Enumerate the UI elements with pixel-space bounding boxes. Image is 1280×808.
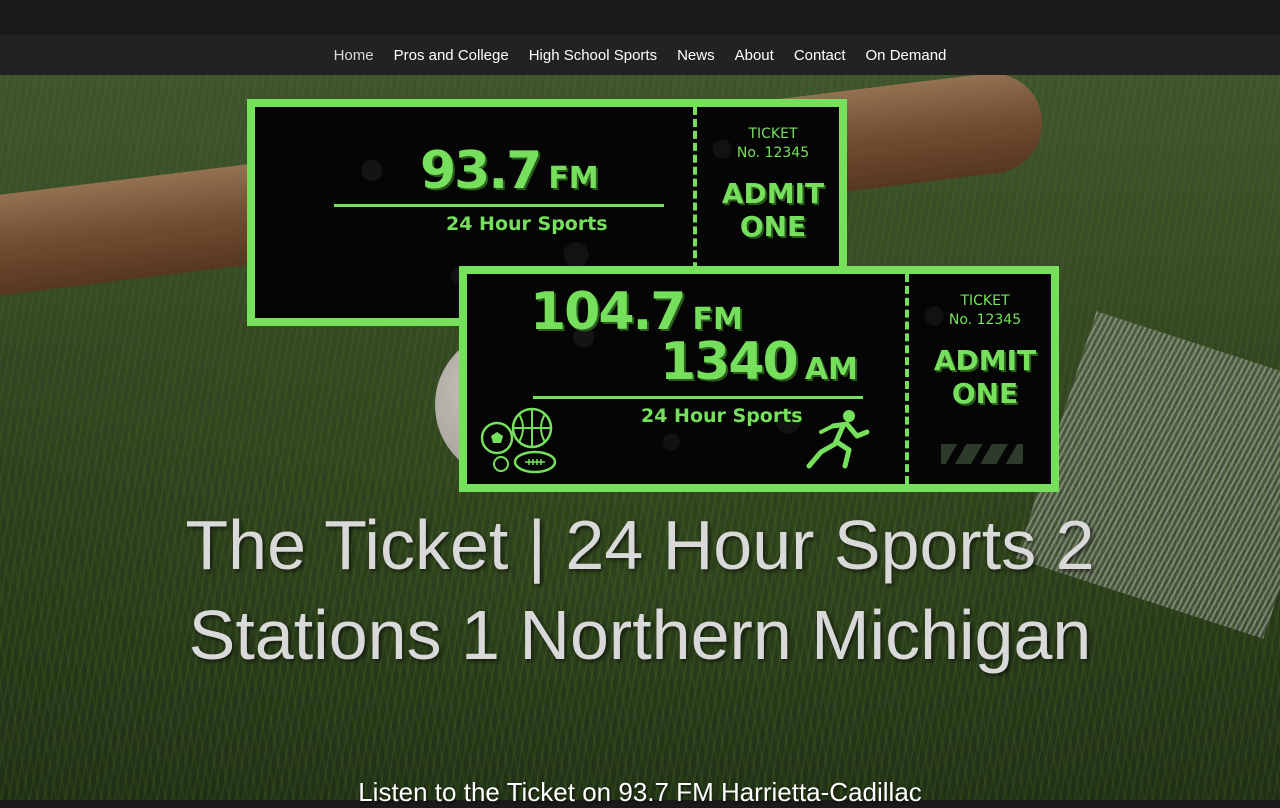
ticket-104-7-fm-1340-am: 104.7 FM 1340 AM 24 Hour Sports TICKET No. <box>459 266 1059 492</box>
admit-line-1: ADMIT <box>933 344 1037 377</box>
stub-number: No. 12345 <box>948 312 1022 328</box>
frequency-label: 93.7 FM <box>420 141 599 201</box>
admit-line-2: ONE <box>739 210 807 243</box>
nav-on-demand[interactable]: On Demand <box>866 47 947 64</box>
stub-number: No. 12345 <box>736 145 810 161</box>
admit-line-2: ONE <box>951 377 1019 410</box>
nav-news[interactable]: News <box>677 47 715 64</box>
stub-label: TICKET <box>960 293 1010 309</box>
page-title: The Ticket | 24 Hour Sports 2 Stations 1… <box>185 506 1095 674</box>
tagline: 24 Hour Sports <box>641 405 803 427</box>
decorative-stripes <box>941 444 1023 464</box>
frequency-unit-am: AM <box>804 352 858 387</box>
stub-label: TICKET <box>748 126 798 142</box>
nav-about[interactable]: About <box>735 47 774 64</box>
runner-icon <box>806 410 870 469</box>
admit-one-text: ADMIT ONE <box>703 177 843 243</box>
ticket-stub: TICKET No. 12345 ADMIT ONE <box>703 125 843 243</box>
nav-home[interactable]: Home <box>334 47 374 64</box>
admit-line-1: ADMIT <box>721 177 825 210</box>
divider-line <box>334 204 664 207</box>
admit-one-text: ADMIT ONE <box>915 344 1055 410</box>
hero-subtitle: Listen to the Ticket on 93.7 FM Harriett… <box>358 777 922 807</box>
sports-balls-icon <box>480 407 557 474</box>
frequency-number-am: 1340 <box>660 332 799 392</box>
divider-line <box>533 396 863 399</box>
ticket-stub: TICKET No. 12345 ADMIT ONE <box>915 292 1055 410</box>
nav-high-school-sports[interactable]: High School Sports <box>529 47 657 64</box>
tagline: 24 Hour Sports <box>446 213 608 235</box>
nav-pros-and-college[interactable]: Pros and College <box>394 47 509 64</box>
nav-contact[interactable]: Contact <box>794 47 846 64</box>
stub-divider <box>905 274 909 484</box>
main-nav: Home Pros and College High School Sports… <box>0 35 1280 75</box>
ticket-body: 104.7 FM 1340 AM 24 Hour Sports TICKET No. <box>467 274 1051 484</box>
frequency-label-am: 1340 AM <box>660 332 858 392</box>
frequency-number: 93.7 <box>420 141 542 201</box>
top-bar <box>0 0 1280 35</box>
frequency-unit: FM <box>548 161 599 196</box>
